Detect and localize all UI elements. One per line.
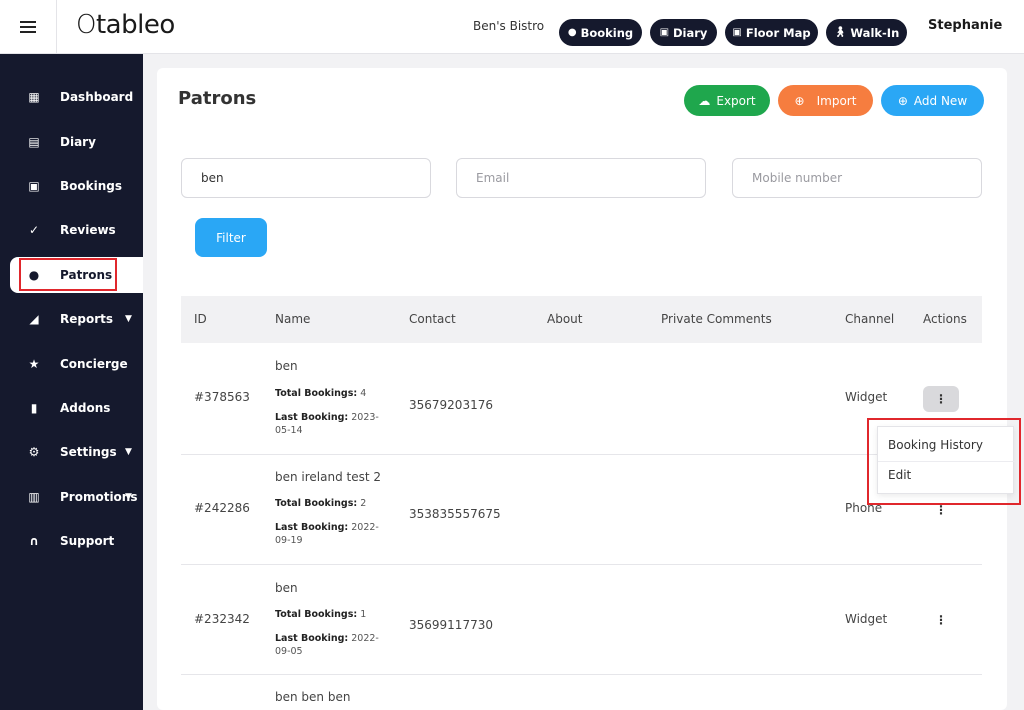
last-booking: Last Booking: 2022-09-19: [275, 522, 379, 546]
filter-button[interactable]: Filter: [195, 218, 267, 257]
column-header-id: ID: [194, 312, 207, 326]
row-actions-button[interactable]: ⋮: [923, 386, 959, 412]
row-actions-button[interactable]: ⋮: [923, 607, 959, 633]
caret-down-icon: ▼: [125, 447, 132, 457]
more-vertical-icon: ⋮: [935, 392, 947, 406]
floor-map-icon: ▣: [732, 27, 742, 38]
app-logo[interactable]: Otableo: [76, 10, 175, 40]
patron-contact: 353835557675: [409, 507, 501, 521]
row-divider: [181, 454, 982, 455]
calendar-icon: ▣: [659, 27, 670, 38]
more-vertical-icon: ⋮: [935, 503, 947, 517]
last-booking: Last Booking: 2022-09-05: [275, 633, 379, 657]
email-filter-input[interactable]: Email: [456, 158, 706, 198]
highlight-box-actions-menu: [867, 418, 1021, 505]
column-header-contact: Contact: [409, 312, 456, 326]
hamburger-icon: [20, 21, 36, 33]
gear-icon: ⚙: [28, 445, 40, 459]
highlight-box-patrons: [19, 258, 117, 291]
plus-circle-icon: ⊕: [794, 93, 805, 108]
more-vertical-icon: ⋮: [935, 613, 947, 627]
row-divider: [181, 564, 982, 565]
patron-id: #232342: [194, 612, 250, 626]
sidebar-item-diary[interactable]: ▤ Diary: [0, 124, 143, 160]
cloud-upload-icon: ☁: [698, 93, 711, 108]
mobile-filter-input[interactable]: Mobile number: [732, 158, 982, 198]
caret-down-icon: ▼: [125, 314, 132, 324]
column-header-private-comments: Private Comments: [661, 312, 772, 326]
patron-contact: 35679203176: [409, 398, 493, 412]
patron-name: ben ben ben: [275, 690, 351, 704]
last-booking: Last Booking: 2023-05-14: [275, 412, 379, 436]
column-header-name: Name: [275, 312, 311, 326]
add-new-button[interactable]: ⊕ Add New: [881, 85, 984, 116]
export-button[interactable]: ☁ Export: [684, 85, 770, 116]
walking-person-icon: 🚶︎: [833, 27, 847, 38]
page-title: Patrons: [178, 88, 257, 109]
floor-map-button[interactable]: ▣ Floor Map: [725, 19, 818, 46]
calendar-icon: ▤: [28, 135, 40, 149]
sidebar-item-reviews[interactable]: ✓ Reviews: [0, 212, 143, 248]
dashboard-icon: ▦: [28, 90, 40, 104]
patron-contact: 35699117730: [409, 618, 493, 632]
menu-toggle-button[interactable]: [0, 0, 57, 54]
bookings-icon: ▣: [28, 179, 40, 193]
reviews-icon: ✓: [28, 223, 40, 237]
plus-circle-icon: ⊕: [897, 93, 908, 108]
booking-button[interactable]: ● Booking: [559, 19, 642, 46]
row-divider: [181, 674, 982, 675]
addons-icon: ▮: [30, 401, 38, 415]
caret-down-icon: ▼: [125, 492, 132, 502]
plus-circle-icon: ●: [567, 27, 577, 38]
user-name[interactable]: Stephanie: [928, 18, 1002, 33]
sidebar-item-promotions[interactable]: ▥ Promotions ▼: [0, 479, 143, 515]
sidebar-item-settings[interactable]: ⚙ Settings ▼: [0, 434, 143, 470]
star-icon: ★: [28, 357, 40, 371]
headset-icon: ∩: [29, 534, 39, 548]
patron-name: ben: [275, 581, 298, 595]
venue-name[interactable]: Ben's Bistro: [473, 19, 544, 33]
total-bookings: Total Bookings: 4: [275, 388, 367, 399]
column-header-actions: Actions: [923, 312, 967, 326]
column-header-channel: Channel: [845, 312, 895, 326]
chart-icon: ◢: [29, 312, 39, 326]
total-bookings: Total Bookings: 2: [275, 498, 367, 509]
patron-channel: Widget: [845, 390, 888, 404]
total-bookings: Total Bookings: 1: [275, 609, 367, 620]
gift-icon: ▥: [28, 490, 40, 504]
import-button[interactable]: ⊕ Import: [778, 85, 873, 116]
sidebar: ▦ Dashboard ▤ Diary ▣ Bookings ✓ Reviews…: [0, 54, 143, 710]
walk-in-button[interactable]: 🚶︎ Walk-In: [826, 19, 907, 46]
sidebar-item-reports[interactable]: ◢ Reports ▼: [0, 301, 143, 337]
sidebar-item-bookings[interactable]: ▣ Bookings: [0, 168, 143, 204]
patron-channel: Widget: [845, 612, 888, 626]
column-header-about: About: [547, 312, 583, 326]
patron-name: ben: [275, 359, 298, 373]
patron-id: #242286: [194, 501, 250, 515]
sidebar-item-support[interactable]: ∩ Support: [0, 523, 143, 559]
diary-button[interactable]: ▣ Diary: [650, 19, 717, 46]
patron-name: ben ireland test 2: [275, 470, 382, 484]
sidebar-item-concierge[interactable]: ★ Concierge: [0, 346, 143, 382]
sidebar-item-dashboard[interactable]: ▦ Dashboard: [0, 79, 143, 115]
top-bar: Otableo Ben's Bistro ● Booking ▣ Diary ▣…: [0, 0, 1024, 54]
sidebar-item-addons[interactable]: ▮ Addons: [0, 390, 143, 426]
name-filter-input[interactable]: ben: [181, 158, 431, 198]
patron-id: #378563: [194, 390, 250, 404]
